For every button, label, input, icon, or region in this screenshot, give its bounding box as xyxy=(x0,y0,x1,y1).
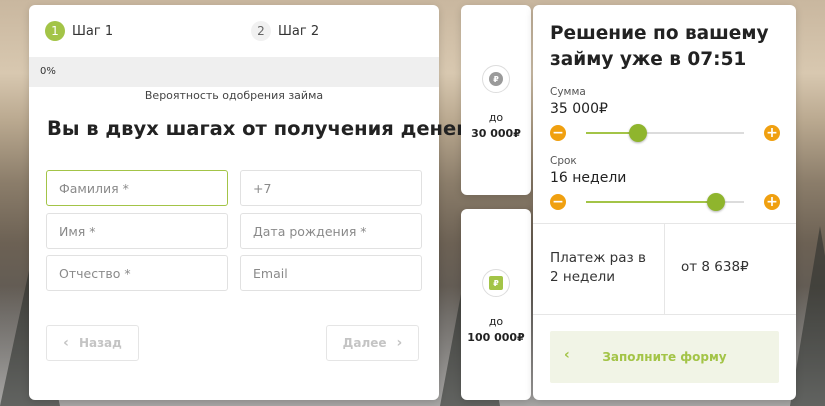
step-1-label: Шаг 1 xyxy=(72,23,114,39)
chevron-right-icon: › xyxy=(396,335,403,351)
chevron-left-icon: ‹ xyxy=(564,347,570,363)
back-label: Назад xyxy=(78,336,122,350)
approval-label: Вероятность одобрения займа xyxy=(144,89,324,102)
step-2: 2 Шаг 2 xyxy=(251,21,319,41)
step-2-number: 2 xyxy=(251,21,271,41)
loan-form-card: 1 Шаг 1 2 Шаг 2 0% Вероятность одобрения… xyxy=(29,5,466,400)
loan-decision-card: Решение по вашему займу уже в 07:51 Сумм… xyxy=(533,5,796,400)
offer-up-to: до xyxy=(488,111,504,124)
form-title: Вы в двух шагах от получения денег xyxy=(47,117,467,140)
chevron-left-icon: ‹ xyxy=(63,335,69,351)
amount-slider[interactable]: − + xyxy=(550,124,780,142)
payment-summary: Платеж раз в 2 недели от 8 638₽ xyxy=(533,223,796,315)
fill-form-button[interactable]: ‹ Заполните форму xyxy=(550,331,779,383)
approval-progress-bar: 0% xyxy=(29,57,439,87)
ruble-wallet-icon: ₽ xyxy=(482,269,510,297)
amount-plus-button[interactable]: + xyxy=(764,125,780,141)
step-1: 1 Шаг 1 xyxy=(45,21,113,41)
step-2-label: Шаг 2 xyxy=(278,23,320,39)
term-slider[interactable]: − + xyxy=(550,193,780,211)
progress-percent: 0% xyxy=(40,66,56,77)
email-input[interactable] xyxy=(240,255,422,291)
payment-value: от 8 638₽ xyxy=(681,259,749,275)
phone-input[interactable] xyxy=(240,170,422,206)
fill-form-label: Заполните форму xyxy=(602,350,727,364)
offer-card-100000[interactable]: ₽ до 100 000₽ xyxy=(461,209,531,400)
offer-card-30000[interactable]: ₽ до 30 000₽ xyxy=(461,5,531,195)
amount-minus-button[interactable]: − xyxy=(550,125,566,141)
next-label: Далее xyxy=(342,336,387,350)
term-track xyxy=(586,193,744,211)
term-slider-handle[interactable] xyxy=(706,193,725,211)
amount-slider-handle[interactable] xyxy=(629,124,648,142)
patronymic-input[interactable] xyxy=(46,255,228,291)
last-name-input[interactable] xyxy=(46,170,228,206)
term-value: 16 недели xyxy=(550,170,627,186)
offer-amount: 100 000₽ xyxy=(467,331,525,344)
birth-date-input[interactable] xyxy=(240,213,422,249)
decision-title: Решение по вашему займу уже в 07:51 xyxy=(550,23,769,70)
steps-indicator: 1 Шаг 1 2 Шаг 2 xyxy=(29,5,439,57)
payment-label: Платеж раз в 2 недели xyxy=(550,250,646,285)
first-name-input[interactable] xyxy=(46,213,228,249)
ruble-coin-icon: ₽ xyxy=(482,65,510,93)
offer-amount: 30 000₽ xyxy=(471,127,521,140)
next-button[interactable]: Далее › xyxy=(326,325,419,361)
step-1-number: 1 xyxy=(45,21,65,41)
back-button[interactable]: ‹ Назад xyxy=(46,325,139,361)
offer-up-to: до xyxy=(488,315,504,328)
term-minus-button[interactable]: − xyxy=(550,194,566,210)
term-plus-button[interactable]: + xyxy=(764,194,780,210)
amount-track xyxy=(586,124,744,142)
amount-label: Сумма xyxy=(550,86,586,98)
amount-value: 35 000₽ xyxy=(550,101,608,117)
term-label: Срок xyxy=(550,155,577,167)
